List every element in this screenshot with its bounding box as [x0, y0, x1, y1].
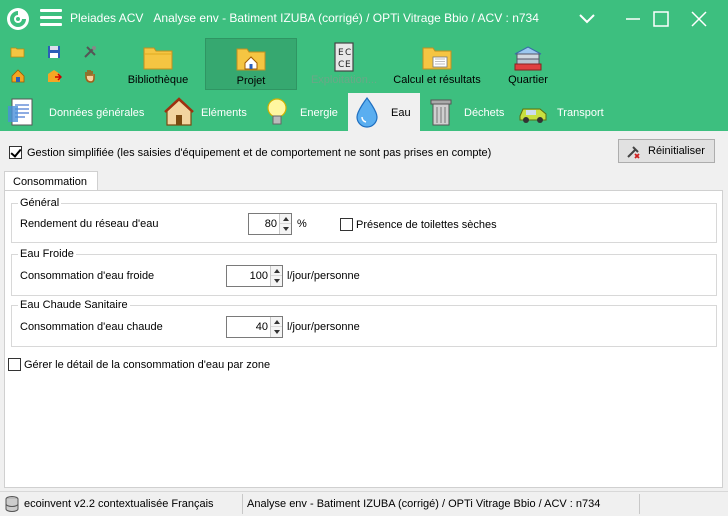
minimize-icon[interactable] — [620, 6, 646, 32]
window-title: Pleiades ACV Analyse env - Batiment IZUBA… — [70, 11, 539, 25]
tab-consommation[interactable]: Consommation — [4, 171, 98, 191]
rendement-stepper[interactable]: 80 — [248, 213, 292, 235]
stepper-down-icon[interactable] — [271, 327, 282, 337]
water-drop-icon — [356, 97, 378, 128]
tab-label: Eau — [391, 107, 411, 119]
lightbulb-icon — [267, 98, 287, 125]
database-icon — [5, 496, 19, 512]
close-icon[interactable] — [686, 6, 712, 32]
tools-icon[interactable] — [82, 44, 98, 60]
eau-chaude-value: 40 — [255, 321, 268, 333]
ribbon-label: Calcul et résultats — [393, 74, 481, 86]
main-content: Gestion simplifiée (les saisies d'équipe… — [0, 131, 728, 491]
hand-icon[interactable] — [82, 68, 98, 84]
status-divider — [639, 494, 640, 514]
zone-label: Gérer le détail de la consommation d'eau… — [24, 359, 271, 371]
eau-froide-value: 100 — [249, 270, 268, 282]
app-name: Pleiades ACV — [70, 11, 144, 25]
title-bar: Pleiades ACV Analyse env - Batiment IZUBA… — [0, 0, 728, 38]
menu-icon[interactable] — [40, 9, 62, 27]
status-divider — [242, 494, 243, 514]
ribbon-projet-button[interactable]: Projet — [205, 38, 297, 90]
reset-button[interactable]: Réinitialiser — [618, 139, 715, 163]
rendement-unit: % — [297, 218, 307, 230]
car-icon — [519, 108, 547, 123]
tab-label: Transport — [557, 107, 604, 119]
reset-label: Réinitialiser — [648, 145, 705, 157]
eau-chaude-stepper[interactable]: 40 — [226, 316, 283, 338]
eau-froide-unit: l/jour/personne — [287, 270, 360, 282]
folder-chart-icon — [422, 47, 452, 70]
buildings-icon — [514, 46, 542, 71]
group-title: Eau Chaude Sanitaire — [18, 299, 130, 311]
eau-froide-stepper[interactable]: 100 — [226, 265, 283, 287]
ribbon-label: Exploitation... — [310, 74, 378, 86]
tab-eau[interactable]: Eau — [348, 93, 420, 131]
ribbon: Bibliothèque Projet ECCE Exploitation...… — [0, 38, 728, 91]
group-general: Général Rendement du réseau d'eau 80 % P… — [11, 197, 717, 243]
group-title: Eau Froide — [18, 248, 76, 260]
stepper-down-icon[interactable] — [271, 276, 282, 286]
ribbon-label: Quartier — [508, 74, 548, 86]
database-label: ecoinvent v2.2 contextualisée Français — [24, 498, 214, 510]
tab-transport[interactable]: Transport — [514, 93, 614, 131]
group-title: Général — [18, 197, 62, 209]
ribbon-label: Projet — [236, 75, 266, 87]
eau-chaude-label: Consommation d'eau chaude — [20, 321, 163, 333]
reset-icon — [627, 146, 640, 159]
export-icon[interactable] — [46, 68, 62, 84]
module-tabs: Données générales Eléments Energie Eau D… — [0, 91, 728, 131]
tab-donnees-generales[interactable]: Données générales — [2, 93, 160, 131]
tab-label: Eléments — [201, 107, 247, 119]
calculator-icon: E CC E — [334, 42, 354, 72]
ribbon-label: Bibliothèque — [127, 74, 189, 86]
eau-froide-label: Consommation d'eau froide — [20, 270, 155, 282]
ribbon-quartier-button[interactable]: Quartier — [490, 38, 566, 90]
app-logo-icon — [7, 8, 29, 30]
quick-tools — [8, 42, 108, 90]
group-eau-chaude: Eau Chaude Sanitaire Consommation d'eau … — [11, 299, 717, 347]
stepper-up-icon[interactable] — [271, 266, 282, 276]
tab-label: Déchets — [464, 107, 505, 119]
home-icon[interactable] — [10, 68, 26, 84]
stepper-up-icon[interactable] — [271, 317, 282, 327]
svg-text:C: C — [338, 60, 344, 70]
tab-elements[interactable]: Eléments — [160, 93, 256, 131]
stepper-up-icon[interactable] — [280, 214, 291, 224]
document-icon — [8, 98, 33, 126]
eau-chaude-unit: l/jour/personne — [287, 321, 360, 333]
svg-text:C: C — [345, 48, 351, 58]
open-folder-icon[interactable] — [10, 44, 26, 60]
toilettes-checkbox[interactable] — [340, 218, 353, 231]
status-bar: ecoinvent v2.2 contextualisée Français A… — [0, 491, 728, 516]
project-title: Analyse env - Batiment IZUBA (corrigé) /… — [153, 11, 539, 25]
zone-checkbox[interactable] — [8, 358, 21, 371]
maximize-icon[interactable] — [648, 6, 674, 32]
tab-energie[interactable]: Energie — [258, 93, 346, 131]
folder-house-icon — [236, 48, 266, 71]
consommation-panel: Général Rendement du réseau d'eau 80 % P… — [4, 190, 723, 488]
tab-label: Données générales — [49, 107, 145, 119]
svg-text:E: E — [345, 60, 351, 70]
tab-dechets[interactable]: Déchets — [422, 93, 514, 131]
group-eau-froide: Eau Froide Consommation d'eau froide 100… — [11, 248, 717, 296]
rendement-value: 80 — [264, 218, 277, 230]
simplified-checkbox[interactable] — [9, 146, 22, 159]
rendement-label: Rendement du réseau d'eau — [20, 218, 159, 230]
project-status: Analyse env - Batiment IZUBA (corrigé) /… — [247, 498, 601, 510]
toilettes-label: Présence de toilettes sèches — [356, 219, 497, 231]
stepper-down-icon[interactable] — [280, 224, 291, 234]
folder-icon — [143, 47, 173, 70]
svg-text:E: E — [338, 48, 344, 58]
save-icon[interactable] — [46, 44, 62, 60]
trash-bin-icon — [430, 99, 452, 126]
house-icon — [164, 97, 194, 126]
simplified-label: Gestion simplifiée (les saisies d'équipe… — [27, 147, 492, 159]
ribbon-bibliotheque-button[interactable]: Bibliothèque — [118, 38, 198, 90]
ribbon-exploitation-button: ECCE Exploitation... — [300, 38, 388, 90]
ribbon-calcul-button[interactable]: Calcul et résultats — [390, 38, 484, 90]
chevron-down-icon[interactable] — [574, 6, 600, 32]
tab-label: Energie — [300, 107, 338, 119]
subtab-label: Consommation — [13, 176, 87, 188]
